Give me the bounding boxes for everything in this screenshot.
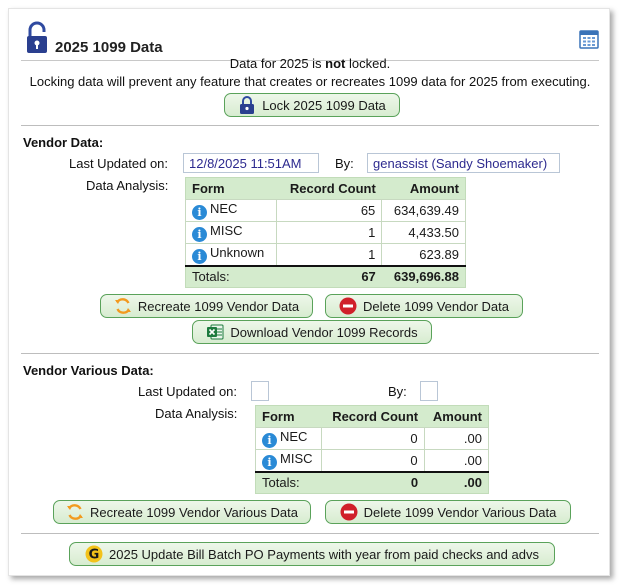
table-row: i NEC 65 634,639.49: [184, 199, 466, 222]
totals-label: Totals:: [255, 470, 322, 494]
vendor-last-updated-value: 12/8/2025 11:51AM: [183, 153, 319, 173]
recreate-various-data-button[interactable]: Recreate 1099 Vendor Various Data: [53, 500, 311, 524]
form-label: NEC: [210, 201, 238, 216]
lock-status-bold: not: [325, 56, 346, 71]
divider: [21, 533, 599, 534]
count-cell: 65: [276, 199, 383, 222]
refresh-icon: [114, 297, 132, 315]
column-header: Amount: [432, 409, 482, 424]
table-row: i Unknown 1 623.89: [184, 243, 466, 266]
form-cell[interactable]: i MISC: [254, 449, 323, 472]
padlock-icon: [238, 96, 256, 114]
various-last-updated-value: [251, 381, 269, 401]
table-header-row: Form Record Count Amount: [186, 178, 466, 200]
count-cell: 1: [276, 243, 383, 266]
svg-text:G: G: [89, 548, 100, 563]
info-icon[interactable]: i: [192, 227, 207, 242]
info-icon[interactable]: i: [262, 454, 277, 470]
form-label: Unknown: [210, 244, 265, 260]
table-header-row: Form Record Count Amount: [256, 406, 489, 428]
various-by-value: [420, 381, 438, 401]
title-row: 2025 1099 Data: [21, 19, 599, 61]
form-label: MISC: [280, 450, 313, 466]
table-row: i MISC 1 4,433.50: [184, 221, 466, 244]
form-cell[interactable]: i MISC: [184, 221, 278, 244]
amount-cell: .00: [423, 449, 490, 472]
calendar-icon[interactable]: [579, 29, 599, 49]
no-entry-icon: [339, 297, 357, 315]
column-header: Form: [192, 181, 225, 196]
form-label: NEC: [280, 429, 308, 444]
g-logo-icon: G: [85, 545, 103, 563]
various-analysis-label: Data Analysis:: [155, 406, 238, 421]
totals-label: Totals:: [185, 264, 277, 288]
column-header: Record Count: [289, 181, 376, 196]
form-cell[interactable]: i NEC: [184, 199, 278, 222]
totals-row: Totals: 0 .00: [255, 470, 489, 494]
count-cell: 1: [276, 221, 383, 244]
amount-cell: 634,639.49: [381, 199, 466, 222]
excel-icon: [206, 323, 224, 341]
totals-count: 67: [276, 264, 382, 288]
amount-cell: .00: [423, 427, 490, 450]
page-title: 2025 1099 Data: [55, 39, 163, 56]
download-vendor-records-label: Download Vendor 1099 Records: [230, 324, 418, 340]
totals-row: Totals: 67 639,696.88: [185, 264, 466, 288]
update-bill-batch-label: 2025 Update Bill Batch PO Payments with …: [109, 546, 539, 562]
refresh-icon: [66, 503, 84, 521]
download-vendor-records-button[interactable]: Download Vendor 1099 Records: [192, 320, 432, 344]
lock-status-suffix: locked.: [345, 56, 391, 71]
info-icon[interactable]: i: [192, 248, 207, 264]
delete-vendor-data-label: Delete 1099 Vendor Data: [363, 298, 509, 314]
divider: [21, 353, 599, 354]
totals-count: 0: [321, 470, 425, 494]
lock-status-prefix: Data for 2025 is: [229, 56, 326, 71]
recreate-vendor-data-label: Recreate 1099 Vendor Data: [137, 298, 300, 314]
totals-amount: 639,696.88: [381, 264, 466, 288]
vendor-last-updated-label: Last Updated on:: [69, 156, 169, 171]
vendor-by-value: genassist (Sandy Shoemaker): [367, 153, 560, 173]
amount-cell: 623.89: [381, 243, 466, 266]
info-icon[interactable]: i: [192, 205, 207, 220]
lock-data-button[interactable]: Lock 2025 1099 Data: [224, 93, 400, 117]
data-panel: 2025 1099 Data Data for 2025 is not lock…: [8, 8, 610, 576]
table-row: i NEC 0 .00: [254, 427, 490, 450]
amount-cell: 4,433.50: [381, 221, 466, 244]
lock-status-text: Data for 2025 is not locked.: [9, 56, 611, 71]
totals-amount: .00: [424, 470, 489, 494]
vendor-section-title: Vendor Data:: [23, 135, 104, 150]
vendor-by-label: By:: [335, 156, 354, 171]
various-last-updated-label: Last Updated on:: [138, 384, 238, 399]
vendor-analysis-label: Data Analysis:: [86, 178, 169, 193]
various-section-title: Vendor Various Data:: [23, 363, 154, 378]
various-by-label: By:: [388, 384, 407, 399]
lock-data-button-label: Lock 2025 1099 Data: [262, 97, 386, 113]
delete-various-data-label: Delete 1099 Vendor Various Data: [363, 504, 557, 520]
vendor-analysis-table: Form Record Count Amount i NEC 65 634,639…: [184, 177, 466, 288]
form-label: MISC: [210, 223, 243, 238]
recreate-vendor-data-button[interactable]: Recreate 1099 Vendor Data: [100, 294, 313, 318]
form-cell[interactable]: i NEC: [254, 427, 323, 450]
no-entry-icon: [340, 503, 358, 521]
divider: [21, 125, 599, 126]
unlocked-padlock-icon: [27, 21, 47, 53]
delete-various-data-button[interactable]: Delete 1099 Vendor Various Data: [325, 500, 571, 524]
form-cell[interactable]: i Unknown: [184, 243, 278, 266]
delete-vendor-data-button[interactable]: Delete 1099 Vendor Data: [325, 294, 523, 318]
column-header: Amount: [409, 181, 459, 196]
table-row: i MISC 0 .00: [254, 449, 490, 472]
recreate-various-data-label: Recreate 1099 Vendor Various Data: [90, 504, 298, 520]
count-cell: 0: [321, 427, 425, 450]
info-icon[interactable]: i: [262, 433, 277, 448]
lock-explanation: Locking data will prevent any feature th…: [29, 74, 591, 89]
column-header: Form: [262, 409, 295, 424]
count-cell: 0: [321, 449, 425, 472]
update-bill-batch-button[interactable]: G 2025 Update Bill Batch PO Payments wit…: [69, 542, 555, 566]
column-header: Record Count: [332, 409, 419, 424]
various-analysis-table: Form Record Count Amount i NEC 0 .00 i MIS…: [254, 405, 490, 494]
